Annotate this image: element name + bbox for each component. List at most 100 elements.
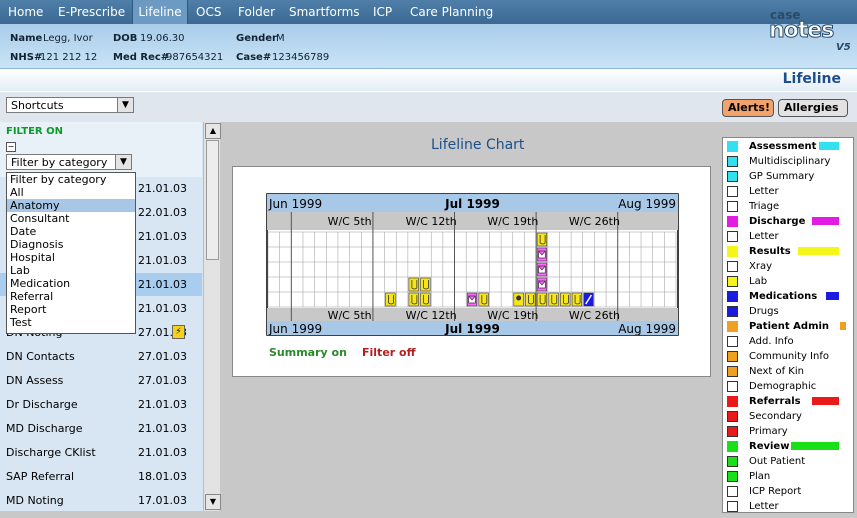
xray-glyph (516, 295, 522, 301)
dropdown-option[interactable]: Medication (7, 277, 135, 290)
month-label: Aug 1999 (618, 322, 676, 336)
month-label: Jul 1999 (444, 197, 500, 211)
category-bar (840, 322, 846, 330)
collapse-icon[interactable]: − (6, 142, 16, 152)
legend-label: Results (749, 246, 791, 257)
category-swatch-icon (727, 291, 738, 302)
legend-label: Next of Kin (749, 366, 804, 377)
legend-label: Secondary (749, 411, 802, 422)
sidebar-item-date: 27.01.03 (138, 350, 187, 363)
dropdown-option[interactable]: Referral (7, 290, 135, 303)
menu-lifeline[interactable]: Lifeline (132, 0, 188, 24)
sidebar-item[interactable]: MD Noting 17.01.03 (6, 494, 202, 518)
addinfo-icon (727, 336, 738, 347)
dropdown-option[interactable]: Date (7, 225, 135, 238)
legend-label: Out Patient (749, 456, 806, 467)
category-bar (798, 247, 839, 255)
patient-name: Legg, Ivor (43, 33, 93, 44)
lifeline-grid[interactable]: Jun 1999 Jun 1999 Jul 1999 Jul 1999 Aug 1999… (233, 167, 710, 376)
category-swatch-icon (727, 141, 738, 152)
filter-category-select[interactable]: Filter by category ▼ (6, 154, 132, 170)
week-label: W/C 12th (406, 309, 457, 322)
dropdown-option[interactable]: Diagnosis (7, 238, 135, 251)
sidebar-item[interactable]: DN Contacts 27.01.03 (6, 350, 202, 374)
logo-version: V5 (836, 42, 851, 53)
category-swatch-icon (727, 396, 738, 407)
dropdown-option[interactable]: Lab (7, 264, 135, 277)
allergies-button[interactable]: Allergies (778, 99, 848, 117)
filter-toggle[interactable]: Filter off (362, 346, 416, 359)
sidebar-item-date: 21.01.03 (138, 182, 187, 195)
sidebar-item[interactable]: Dr Discharge 21.01.03 (6, 398, 202, 422)
category-swatch-icon (727, 441, 738, 452)
sidebar-item-date: 21.01.03 (138, 230, 187, 243)
sidebar-item-label: DN Contacts (6, 350, 75, 363)
secondary-icon (727, 411, 738, 422)
chart-title: Lifeline Chart (431, 137, 525, 153)
patient-nhs: 121 212 12 (40, 52, 98, 63)
chart-legend: Assessment Multidisciplinary GP Summary Let… (722, 137, 854, 513)
dropdown-option[interactable]: Filter by category (7, 173, 135, 186)
dropdown-option[interactable]: Anatomy (7, 199, 135, 212)
chevron-down-icon[interactable]: ▼ (117, 98, 133, 112)
menu-home[interactable]: Home (8, 0, 48, 24)
summary-toggle[interactable]: Summary on (269, 346, 347, 359)
patient-header: Name Legg, Ivor DOB 19.06.30 Gender M NH… (0, 24, 857, 68)
month-label: Jun 1999 (268, 322, 322, 336)
menu-folder[interactable]: Folder (238, 0, 278, 24)
menu-e-prescribe[interactable]: E-Prescribe (58, 0, 128, 24)
scroll-up-icon[interactable]: ▲ (205, 123, 221, 139)
shortcuts-value: Shortcuts (11, 99, 64, 112)
legend-label: Add. Info (749, 336, 794, 347)
sidebar-item[interactable]: MD Discharge 21.01.03 (6, 422, 202, 446)
sidebar-item-label: Dr Discharge (6, 398, 78, 411)
category-bar (812, 217, 839, 225)
month-label: Jul 1999 (444, 322, 500, 336)
sidebar-item-date: 22.01.03 (138, 206, 187, 219)
patient-gender: M (276, 33, 285, 44)
dropdown-option[interactable]: Test (7, 316, 135, 329)
menu-smartforms[interactable]: Smartforms (289, 0, 361, 24)
triage-icon (727, 201, 738, 212)
sidebar-item[interactable]: DN Assess 27.01.03 (6, 374, 202, 398)
week-label: W/C 5th (328, 215, 372, 228)
sidebar-filter-panel: FILTER ON − Filter by category ▼ (0, 122, 202, 177)
chevron-down-icon[interactable]: ▼ (115, 155, 131, 169)
sidebar-item-label: MD Discharge (6, 422, 83, 435)
dropdown-option[interactable]: All (7, 186, 135, 199)
letter-icon (727, 231, 738, 242)
legend-label: Letter (749, 501, 779, 512)
scroll-down-icon[interactable]: ▼ (205, 494, 221, 510)
nhs-label: NHS# (10, 52, 43, 63)
alerts-button[interactable]: Alerts! (722, 99, 774, 117)
scroll-thumb[interactable] (206, 140, 219, 260)
dropdown-option[interactable]: Hospital (7, 251, 135, 264)
week-label: W/C 5th (328, 309, 372, 322)
dropdown-option[interactable]: Consultant (7, 212, 135, 225)
menu-ocs[interactable]: OCS (196, 0, 228, 24)
outpatient-icon (727, 456, 738, 467)
sidebar-item[interactable]: Discharge CKlist 21.01.03 (6, 446, 202, 470)
category-swatch-icon (727, 246, 738, 257)
shortcuts-select[interactable]: Shortcuts ▼ (6, 97, 134, 113)
legend-label: Letter (749, 186, 779, 197)
sidebar-item-date: 27.01.03 (138, 374, 187, 387)
legend-label: ICP Report (749, 486, 802, 497)
icpreport-icon (727, 486, 738, 497)
legend-label: Plan (749, 471, 771, 482)
lightning-icon[interactable]: ⚡ (172, 325, 185, 339)
gp-icon (727, 171, 738, 182)
toolbar: Shortcuts ▼ Alerts! Allergies (0, 91, 857, 122)
dropdown-option[interactable]: Report (7, 303, 135, 316)
sidebar-scrollbar[interactable]: ▲ ▼ (203, 122, 221, 511)
category-swatch-icon (727, 321, 738, 332)
legend-label: Multidisciplinary (749, 156, 831, 167)
sidebar-item-date: 21.01.03 (138, 302, 187, 315)
category-swatch-icon (727, 216, 738, 227)
menu-care-planning[interactable]: Care Planning (410, 0, 500, 24)
menu-icp[interactable]: ICP (373, 0, 399, 24)
sidebar-item-date: 21.01.03 (138, 446, 187, 459)
sidebar-item[interactable]: SAP Referral 18.01.03 (6, 470, 202, 494)
sidebar-item-label: DN Assess (6, 374, 64, 387)
legend-label: Xray (749, 261, 773, 272)
